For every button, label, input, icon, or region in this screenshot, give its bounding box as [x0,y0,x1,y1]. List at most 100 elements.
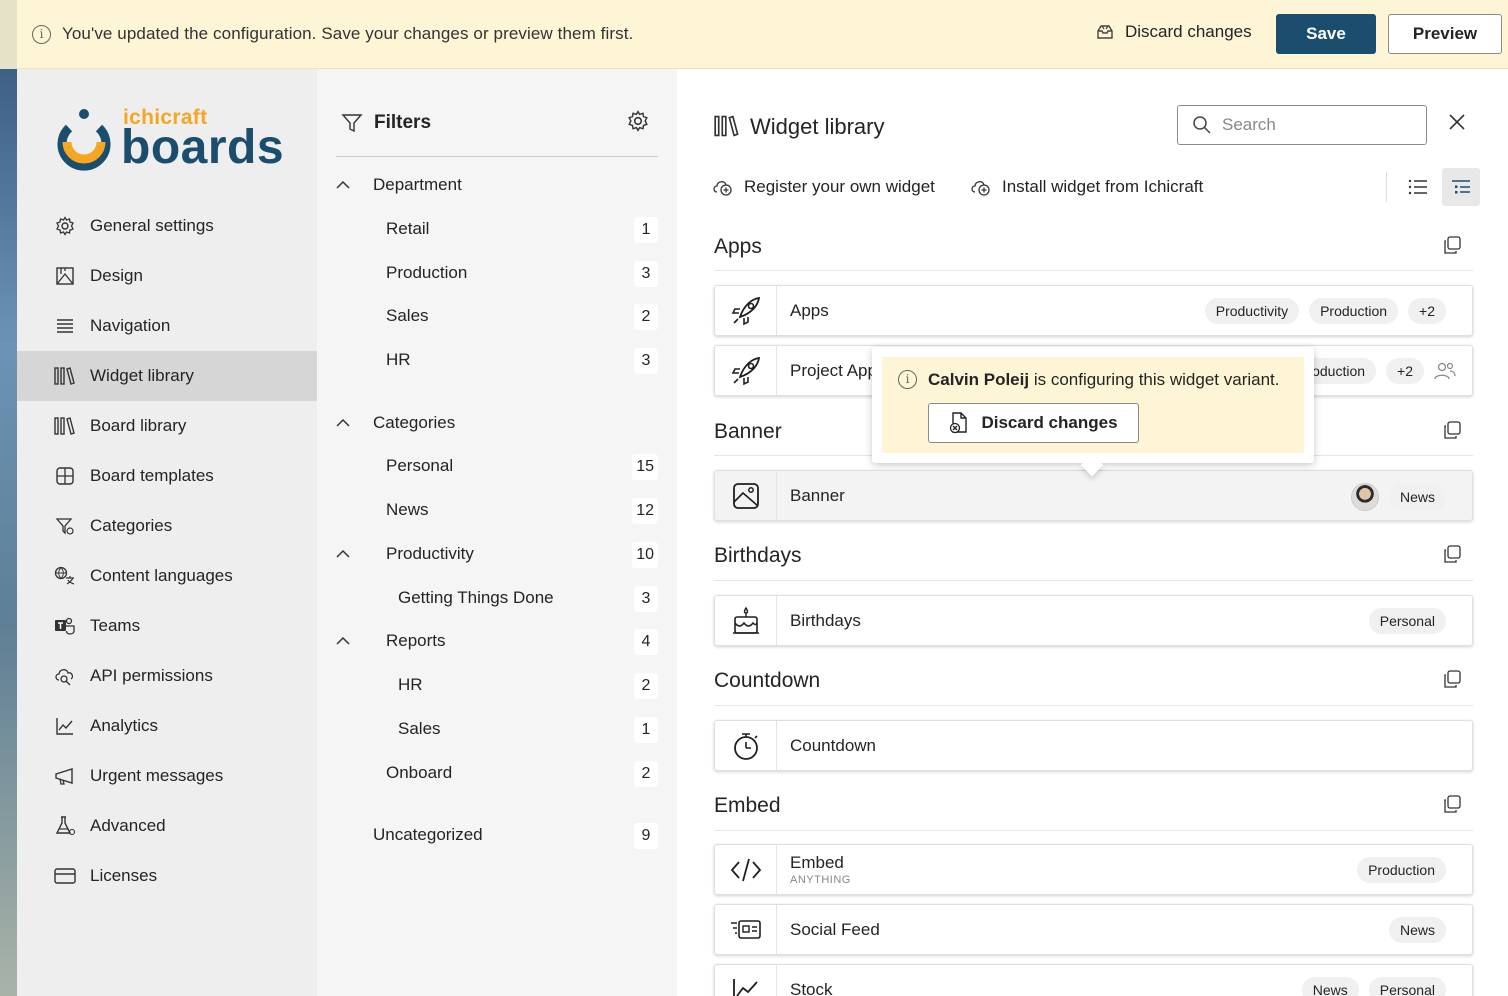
filter-item-uncategorized[interactable]: Uncategorized 9 [317,821,677,851]
sidebar-item-api-permissions[interactable]: API permissions [17,651,317,701]
section-title-birthdays: Birthdays [714,544,802,567]
preview-button[interactable]: Preview [1388,14,1502,54]
unsaved-changes-banner: i You've updated the configuration. Save… [17,0,1508,69]
sidebar-item-widget-library[interactable]: Widget library [17,351,317,401]
widget-card-social-feed[interactable]: Social Feed News [714,904,1473,955]
background-desktop [0,0,17,69]
list-view-button[interactable] [1399,168,1437,206]
filter-count: 2 [634,761,658,787]
sidebar-item-general-settings[interactable]: General settings [17,201,317,251]
people-icon [1434,361,1456,381]
popover-discard-button[interactable]: Discard changes [928,403,1139,443]
sidebar-item-categories[interactable]: Categories [17,501,317,551]
toolbar-divider [1386,172,1387,202]
banner-message: You've updated the configuration. Save y… [62,24,634,43]
design-icon [54,265,76,287]
cloud-add-icon [970,177,992,197]
sidebar-item-analytics[interactable]: Analytics [17,701,317,751]
filter-item-reports[interactable]: Reports 4 [317,627,677,657]
sidebar-item-advanced[interactable]: Advanced [17,801,317,851]
section-divider [714,830,1473,831]
sidebar-item-label: Advanced [90,816,166,835]
search-input[interactable] [1222,115,1402,135]
sidebar-item-content-languages[interactable]: Content languages [17,551,317,601]
sidebar-item-board-templates[interactable]: Board templates [17,451,317,501]
template-icon [54,465,76,487]
sidebar-item-licenses[interactable]: Licenses [17,851,317,901]
settings-sidebar: ichicraft boards General settings Design… [17,69,317,996]
chevron-up-icon[interactable] [335,177,351,193]
popover-text: is configuring this widget variant. [1029,370,1280,389]
sidebar-item-label: Board templates [90,466,214,485]
close-icon[interactable] [1448,113,1466,131]
filter-item-hr[interactable]: HR 3 [317,346,677,376]
copy-icon[interactable] [1443,795,1461,813]
filter-item-production[interactable]: Production 3 [317,259,677,289]
filter-label: HR [386,350,411,369]
discard-changes-label: Discard changes [1125,22,1252,41]
filter-item-getting-things-done[interactable]: Getting Things Done 3 [317,584,677,614]
widget-name: Stock [790,979,833,996]
teams-icon [54,615,76,637]
tag-badge: Personal [1368,608,1446,634]
filters-panel: Filters Department Retail 1 Production 3… [317,69,677,996]
popover-message: Calvin Poleij is configuring this widget… [928,370,1280,390]
chevron-up-icon[interactable] [335,633,351,649]
grouped-view-button[interactable] [1442,168,1480,206]
widget-subtitle: ANYTHING [790,874,851,886]
filter-item-news[interactable]: News 12 [317,496,677,526]
filter-group-department[interactable]: Department [317,171,677,201]
copy-icon[interactable] [1443,421,1461,439]
sidebar-item-urgent-messages[interactable]: Urgent messages [17,751,317,801]
section-title-banner: Banner [714,420,782,443]
widget-card-stock[interactable]: Stock News Personal [714,964,1473,996]
sidebar-item-teams[interactable]: Teams [17,601,317,651]
sidebar-item-board-library[interactable]: Board library [17,401,317,451]
section-title-countdown: Countdown [714,669,821,692]
widget-card-birthdays[interactable]: Birthdays Personal [714,595,1473,646]
filter-item-personal[interactable]: Personal 15 [317,452,677,482]
filter-label: Productivity [386,544,474,563]
filter-group-categories[interactable]: Categories [317,409,677,439]
widget-card-banner[interactable]: Banner News [714,470,1473,521]
widget-card-apps[interactable]: Apps Productivity Production +2 [714,285,1473,336]
widget-card-countdown[interactable]: Countdown [714,720,1473,771]
widget-tags: Production [1357,857,1446,883]
widget-name: Apps [790,300,829,320]
sidebar-item-label: Board library [90,416,187,435]
section-divider [714,270,1473,271]
filter-count: 15 [632,454,658,480]
copy-icon[interactable] [1443,236,1461,254]
filter-item-reports-hr[interactable]: HR 2 [317,671,677,701]
search-box[interactable] [1177,105,1427,145]
widget-card-embed[interactable]: Embed ANYTHING Production [714,844,1473,895]
copy-icon[interactable] [1443,670,1461,688]
filter-item-retail[interactable]: Retail 1 [317,215,677,245]
widget-name: Banner [790,485,845,505]
sidebar-item-design[interactable]: Design [17,251,317,301]
register-widget-button[interactable]: Register your own widget [712,177,935,197]
filter-count: 9 [634,823,658,849]
gear-icon[interactable] [627,110,649,132]
sidebar-item-label: Urgent messages [90,766,224,785]
install-widget-button[interactable]: Install widget from Ichicraft [970,177,1203,197]
discard-icon [1095,22,1115,42]
filter-count: 3 [634,348,658,374]
logo-boards-text: boards [121,121,285,174]
discard-changes-button[interactable]: Discard changes [1095,22,1252,42]
filter-item-productivity[interactable]: Productivity 10 [317,540,677,570]
card-icon [54,865,76,887]
tag-badge: News [1388,484,1446,510]
sidebar-item-navigation[interactable]: Navigation [17,301,317,351]
filter-item-sales[interactable]: Sales 2 [317,302,677,332]
filter-item-onboard[interactable]: Onboard 2 [317,759,677,789]
copy-icon[interactable] [1443,545,1461,563]
widget-name: Embed [790,853,844,872]
chevron-up-icon[interactable] [335,415,351,431]
chevron-up-icon[interactable] [335,546,351,562]
filter-label: Getting Things Done [398,588,554,607]
filter-label: Uncategorized [373,825,483,844]
sidebar-item-label: General settings [90,216,214,235]
save-button[interactable]: Save [1276,14,1376,54]
filter-item-reports-sales[interactable]: Sales 1 [317,715,677,745]
